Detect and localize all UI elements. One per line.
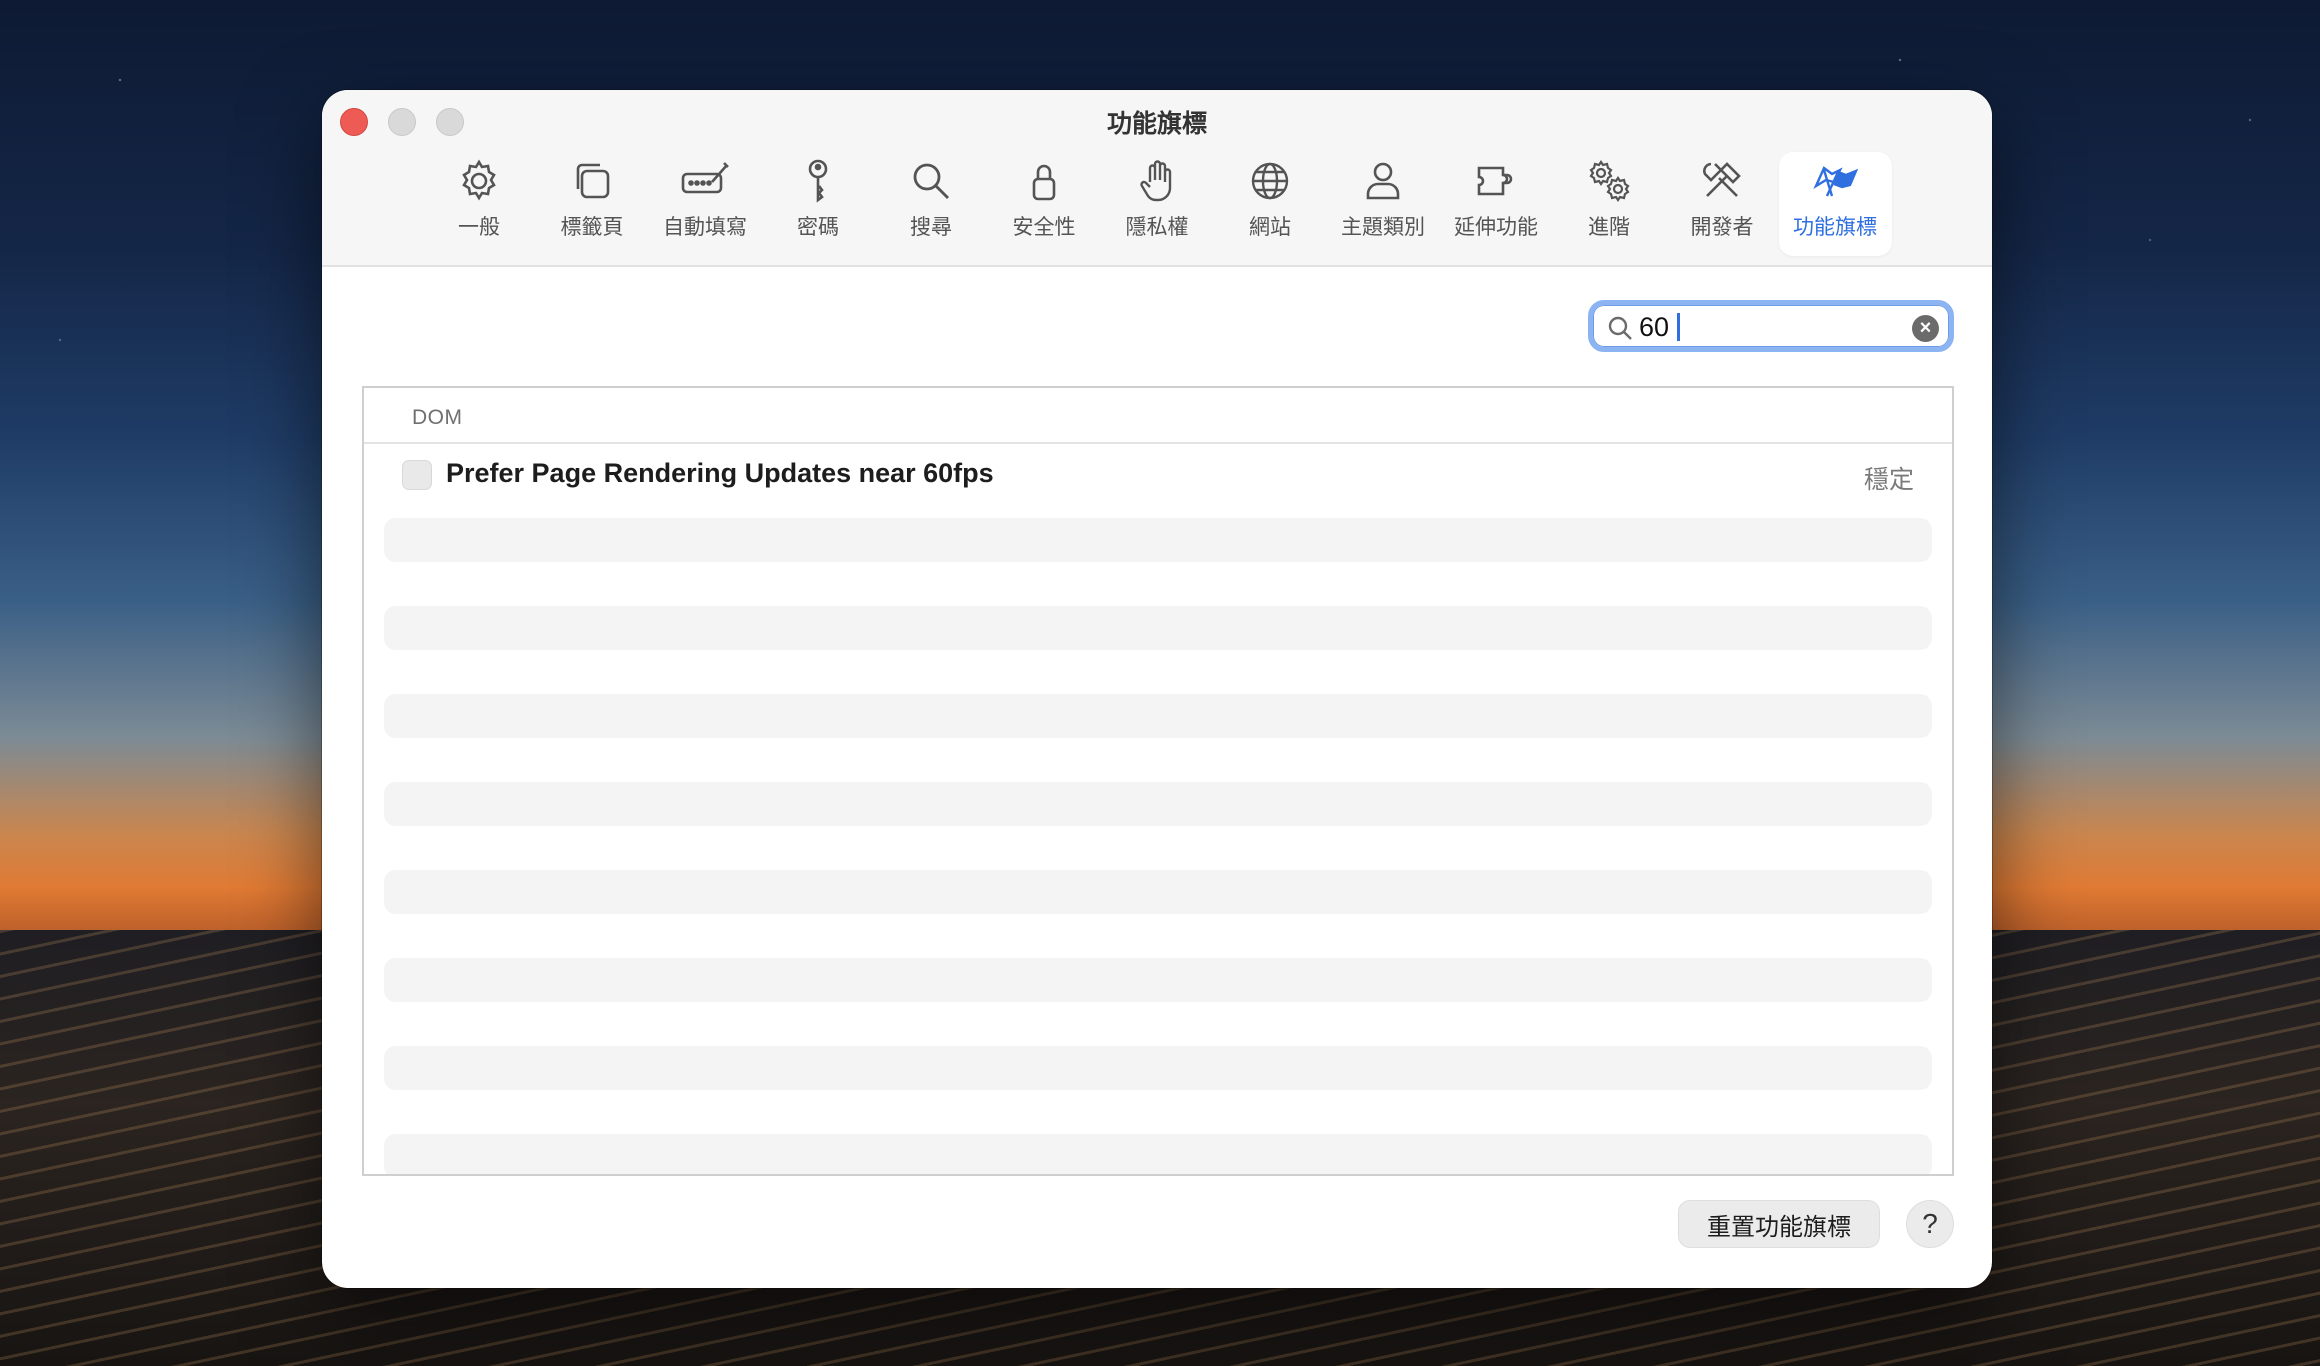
tab-label: 進階 — [1588, 216, 1630, 239]
tab-advanced[interactable]: 進階 — [1553, 152, 1666, 256]
gear-icon — [462, 159, 496, 201]
tab-label: 主題類別 — [1341, 216, 1425, 239]
tab-profiles[interactable]: 主題類別 — [1327, 152, 1440, 256]
search-icon — [913, 163, 949, 199]
tab-label: 密碼 — [797, 216, 839, 239]
tab-feature-flags[interactable]: 功能旗標 — [1778, 152, 1892, 256]
tab-search[interactable]: 搜尋 — [875, 152, 988, 256]
empty-row — [384, 958, 1932, 1002]
empty-row — [384, 1134, 1932, 1174]
gears-icon — [1589, 160, 1630, 202]
section-title: DOM — [412, 406, 463, 429]
tab-privacy[interactable]: 隱私權 — [1101, 152, 1214, 256]
empty-row — [384, 518, 1932, 562]
puzzle-icon — [1477, 166, 1513, 196]
flag-title: Prefer Page Rendering Updates near 60fps — [446, 458, 994, 488]
person-icon — [1366, 162, 1400, 200]
tab-autofill[interactable]: 自動填寫 — [649, 152, 762, 256]
tab-label: 開發者 — [1690, 216, 1754, 239]
lock-icon — [1032, 164, 1056, 201]
flags-icon — [1813, 166, 1859, 197]
list-item[interactable]: Prefer Page Rendering Updates near 60fps… — [364, 444, 1952, 500]
tab-tabs[interactable]: 標籤頁 — [536, 152, 649, 256]
tools-icon — [1703, 162, 1741, 197]
tab-label: 標籤頁 — [560, 216, 624, 239]
tabs-icon — [576, 163, 610, 199]
tab-developer[interactable]: 開發者 — [1666, 152, 1779, 256]
tab-label: 一般 — [458, 216, 500, 239]
window-toolbar: 功能旗標 一般 標籤頁 自動填寫 密碼 搜尋 安全性 隱私權 網站 主題類別 延… — [322, 90, 1992, 267]
key-icon — [808, 159, 828, 203]
empty-row — [384, 870, 1932, 914]
tab-label: 安全性 — [1012, 216, 1076, 239]
tab-security[interactable]: 安全性 — [988, 152, 1101, 256]
help-button[interactable]: ? — [1906, 1200, 1954, 1248]
tab-label: 自動填寫 — [663, 216, 747, 239]
search-field[interactable]: × — [1588, 300, 1954, 352]
search-icon — [1608, 316, 1632, 340]
tab-label: 延伸功能 — [1454, 216, 1538, 239]
tab-label: 搜尋 — [910, 216, 952, 239]
tab-label: 網站 — [1249, 216, 1291, 239]
settings-window: 功能旗標 一般 標籤頁 自動填寫 密碼 搜尋 安全性 隱私權 網站 主題類別 延… — [322, 90, 1992, 1288]
section-header: DOM — [364, 388, 1952, 444]
clear-search-icon[interactable]: × — [1912, 315, 1939, 342]
tab-general[interactable]: 一般 — [423, 152, 536, 256]
empty-row — [384, 694, 1932, 738]
autofill-icon — [681, 162, 729, 194]
flag-checkbox[interactable] — [402, 460, 432, 490]
tab-websites[interactable]: 網站 — [1214, 152, 1327, 256]
empty-row — [384, 606, 1932, 650]
window-title: 功能旗標 — [1106, 110, 1207, 138]
text-caret — [1677, 313, 1680, 341]
tab-label: 功能旗標 — [1793, 216, 1877, 239]
hand-icon — [1140, 160, 1172, 202]
reset-flags-button[interactable]: 重置功能旗標 — [1678, 1200, 1880, 1248]
empty-row — [384, 782, 1932, 826]
flag-status: 穩定 — [1863, 466, 1914, 494]
globe-icon — [1251, 162, 1289, 200]
preferences-tabs: 一般 標籤頁 自動填寫 密碼 搜尋 安全性 隱私權 網站 主題類別 延伸功能 進… — [322, 152, 1992, 256]
feature-flags-list: DOM Prefer Page Rendering Updates near 6… — [362, 386, 1954, 1176]
tab-extensions[interactable]: 延伸功能 — [1440, 152, 1553, 256]
tab-label: 隱私權 — [1125, 216, 1189, 239]
empty-row — [384, 1046, 1932, 1090]
tab-passwords[interactable]: 密碼 — [762, 152, 875, 256]
